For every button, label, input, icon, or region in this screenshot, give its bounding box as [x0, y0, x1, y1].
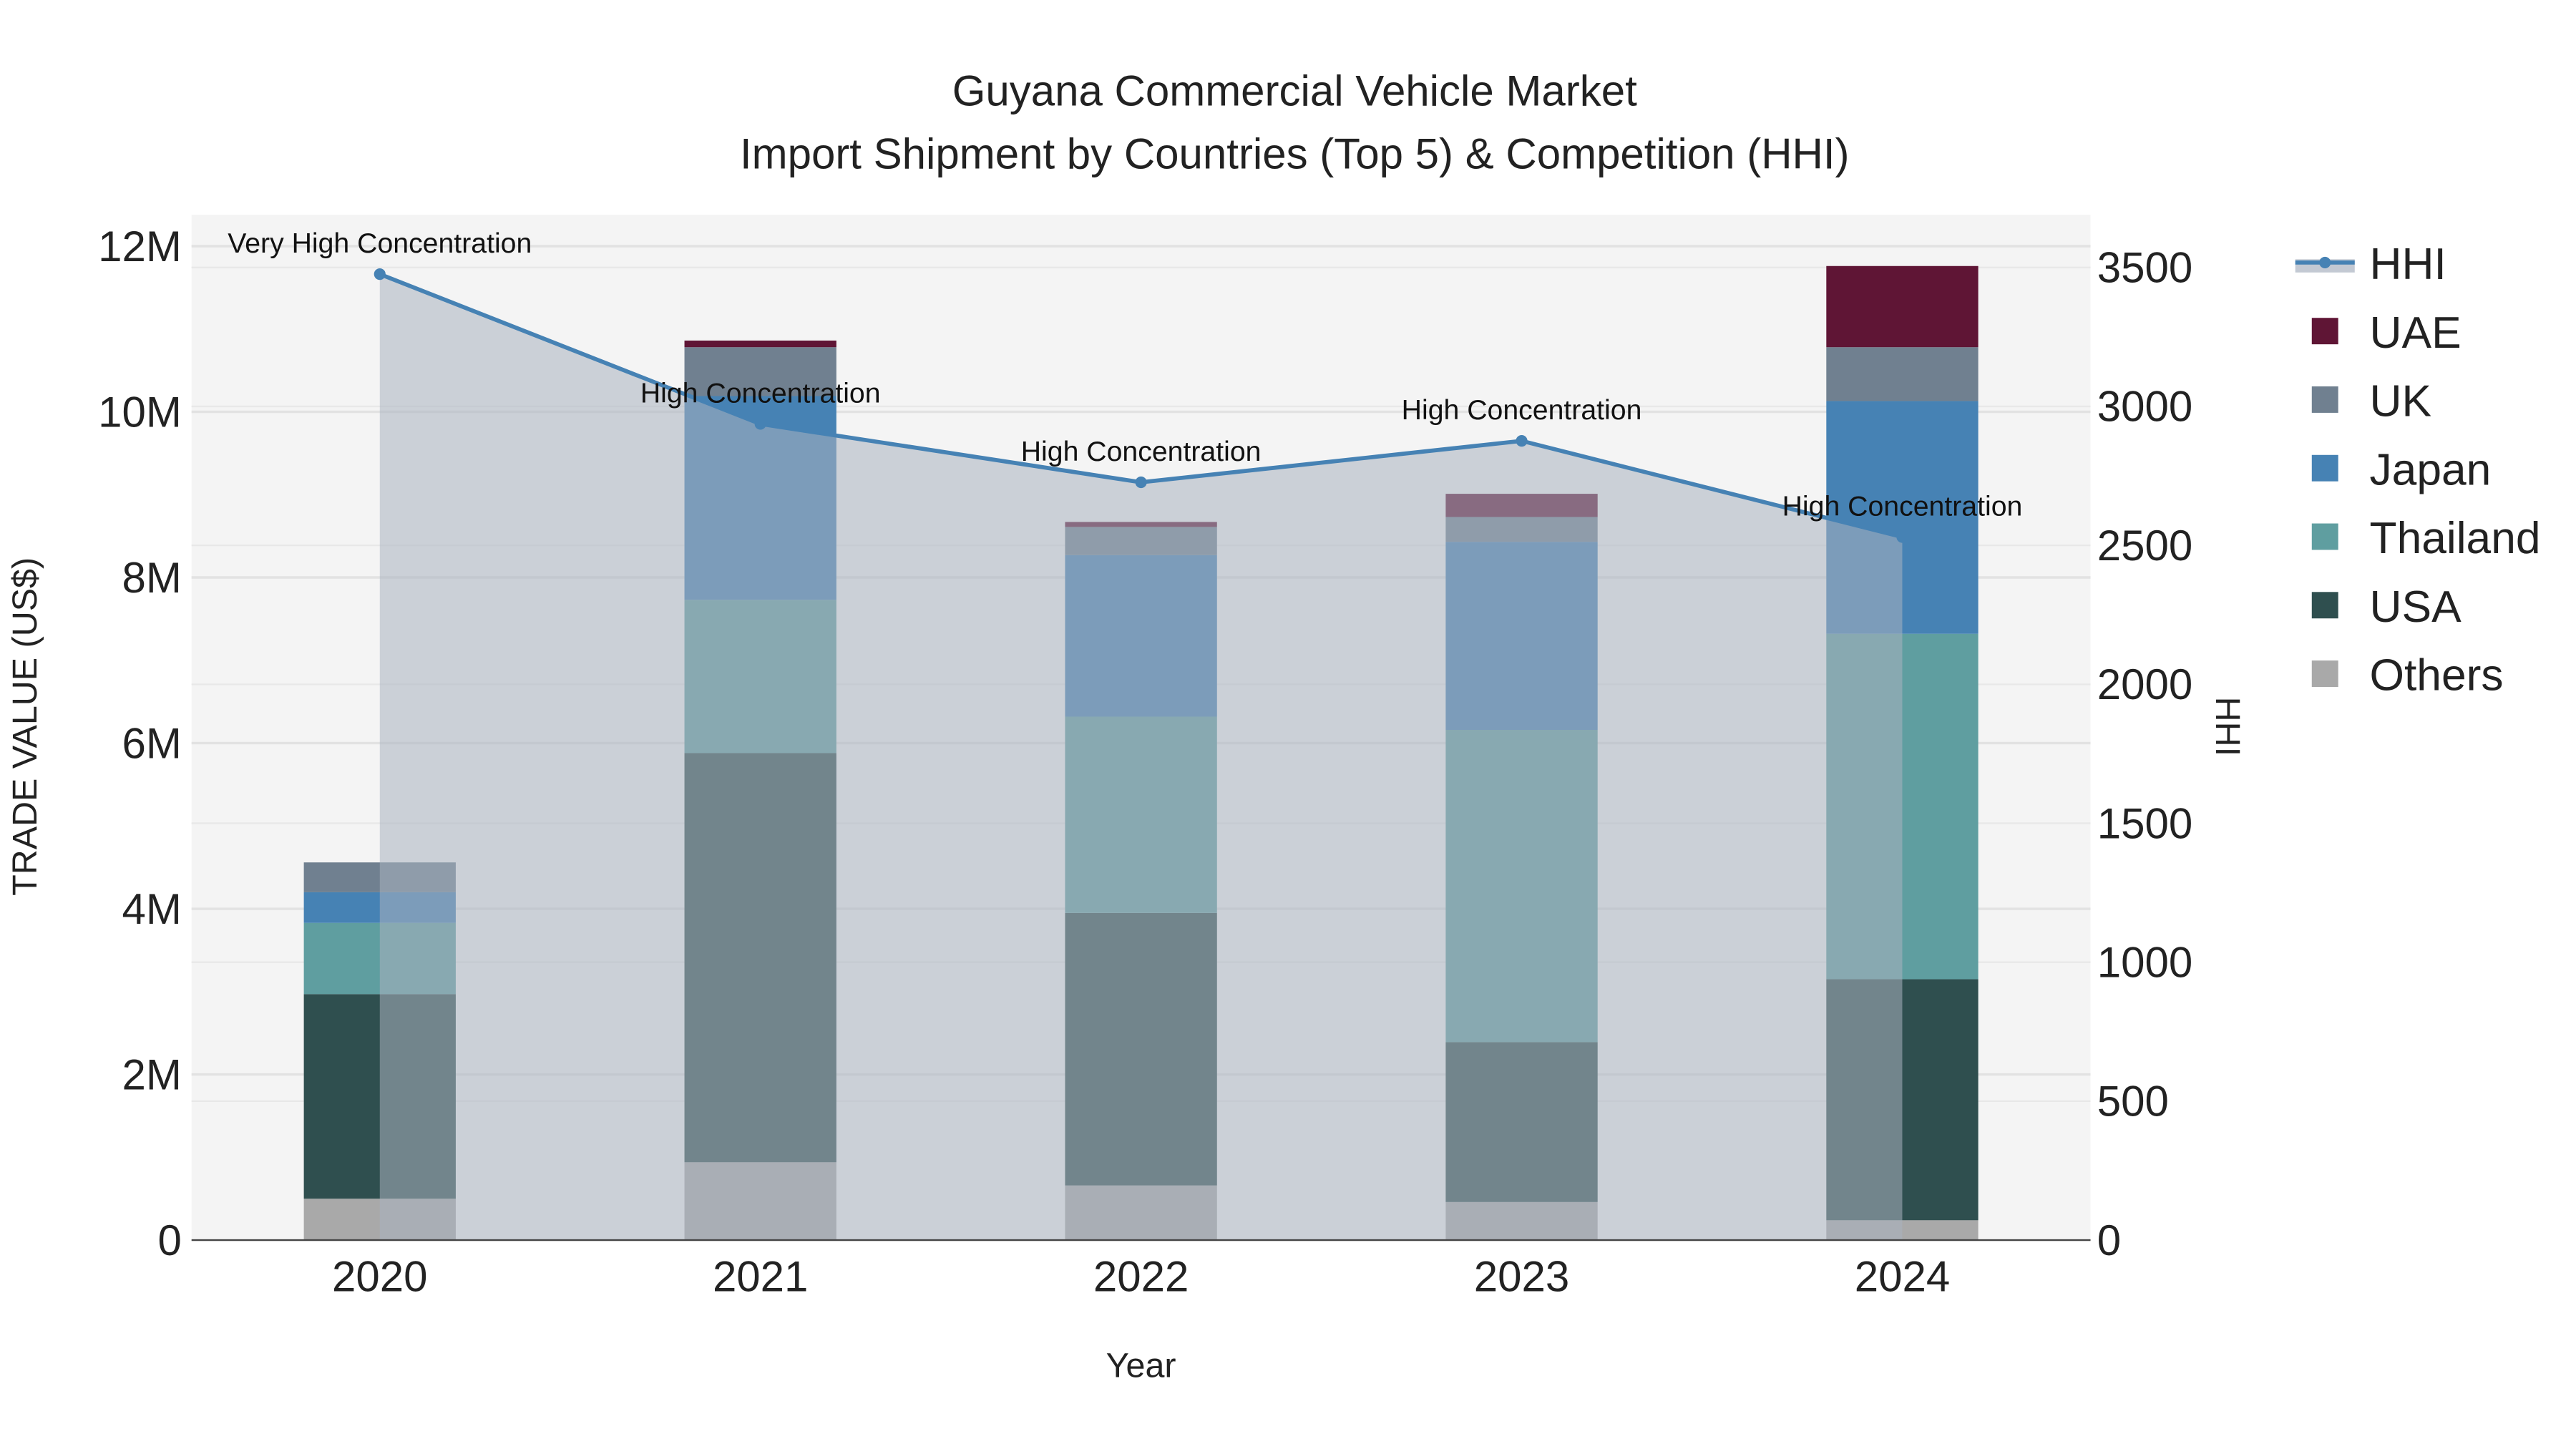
bar-uk-2024	[1826, 347, 1979, 401]
bar-uae-2021	[684, 340, 836, 348]
y-tick-label: 12M	[98, 223, 182, 270]
hhi-annotation: High Concentration	[1402, 394, 1642, 426]
hhi-annotation: High Concentration	[1021, 436, 1262, 467]
y-tick-label: 0	[157, 1216, 181, 1264]
y-tick-label: 10M	[98, 388, 182, 436]
legend-swatch-thailand	[2311, 523, 2338, 550]
legend-label-others: Others	[2370, 651, 2504, 701]
x-tick-label: 2023	[1474, 1253, 1569, 1301]
hhi-point-2021	[754, 418, 766, 430]
hhi-annotation: Very High Concentration	[228, 228, 532, 259]
legend-hhi-marker-icon	[2319, 256, 2331, 268]
legend-label-thailand: Thailand	[2370, 514, 2541, 563]
y2-axis-title: HHI	[2208, 697, 2247, 756]
x-tick-label: 2024	[1855, 1253, 1950, 1301]
y2-tick-label: 0	[2097, 1216, 2121, 1264]
y-tick-label: 8M	[122, 554, 181, 602]
chart: Very High Concentration High Concentratio…	[6, 67, 2541, 1385]
legend-label-usa: USA	[2370, 582, 2462, 632]
x-axis-title: Year	[1106, 1347, 1176, 1385]
y2-tick-label: 3000	[2097, 383, 2192, 431]
y2-tick-label: 1000	[2097, 938, 2192, 986]
hhi-annotation: High Concentration	[640, 377, 881, 409]
hhi-point-2020	[374, 268, 386, 280]
y-axis-title: TRADE VALUE (US$)	[6, 557, 44, 896]
hhi-point-2024	[1896, 531, 1908, 543]
y-tick-label: 2M	[122, 1050, 181, 1098]
hhi-annotation: High Concentration	[1782, 491, 2023, 522]
chart-title: Guyana Commercial Vehicle Market	[952, 67, 1637, 115]
legend-label-hhi: HHI	[2370, 240, 2446, 289]
hhi-point-2022	[1135, 476, 1147, 489]
chart-subtitle: Import Shipment by Countries (Top 5) & C…	[740, 130, 1850, 177]
y2-tick-label: 2500	[2097, 522, 2192, 570]
legend-swatch-others	[2311, 660, 2338, 687]
legend-swatch-usa	[2311, 592, 2338, 619]
x-tick-label: 2022	[1093, 1253, 1189, 1301]
hhi-point-2023	[1516, 435, 1528, 447]
x-tick-label: 2021	[713, 1253, 808, 1301]
legend-swatch-uae	[2311, 318, 2338, 345]
legend-label-uk: UK	[2370, 377, 2432, 426]
y2-tick-label: 2000	[2097, 660, 2192, 708]
y-tick-label: 4M	[122, 885, 181, 933]
legend-swatch-uk	[2311, 386, 2338, 413]
bar-uae-2024	[1826, 265, 1979, 348]
legend-label-japan: Japan	[2370, 445, 2492, 494]
y2-tick-label: 500	[2097, 1078, 2169, 1126]
x-tick-label: 2020	[332, 1253, 427, 1301]
y2-tick-label: 1500	[2097, 799, 2192, 847]
y-tick-label: 6M	[122, 719, 181, 767]
legend-swatch-japan	[2311, 454, 2338, 482]
legend-label-uae: UAE	[2370, 308, 2462, 358]
y2-tick-label: 3500	[2097, 244, 2192, 292]
